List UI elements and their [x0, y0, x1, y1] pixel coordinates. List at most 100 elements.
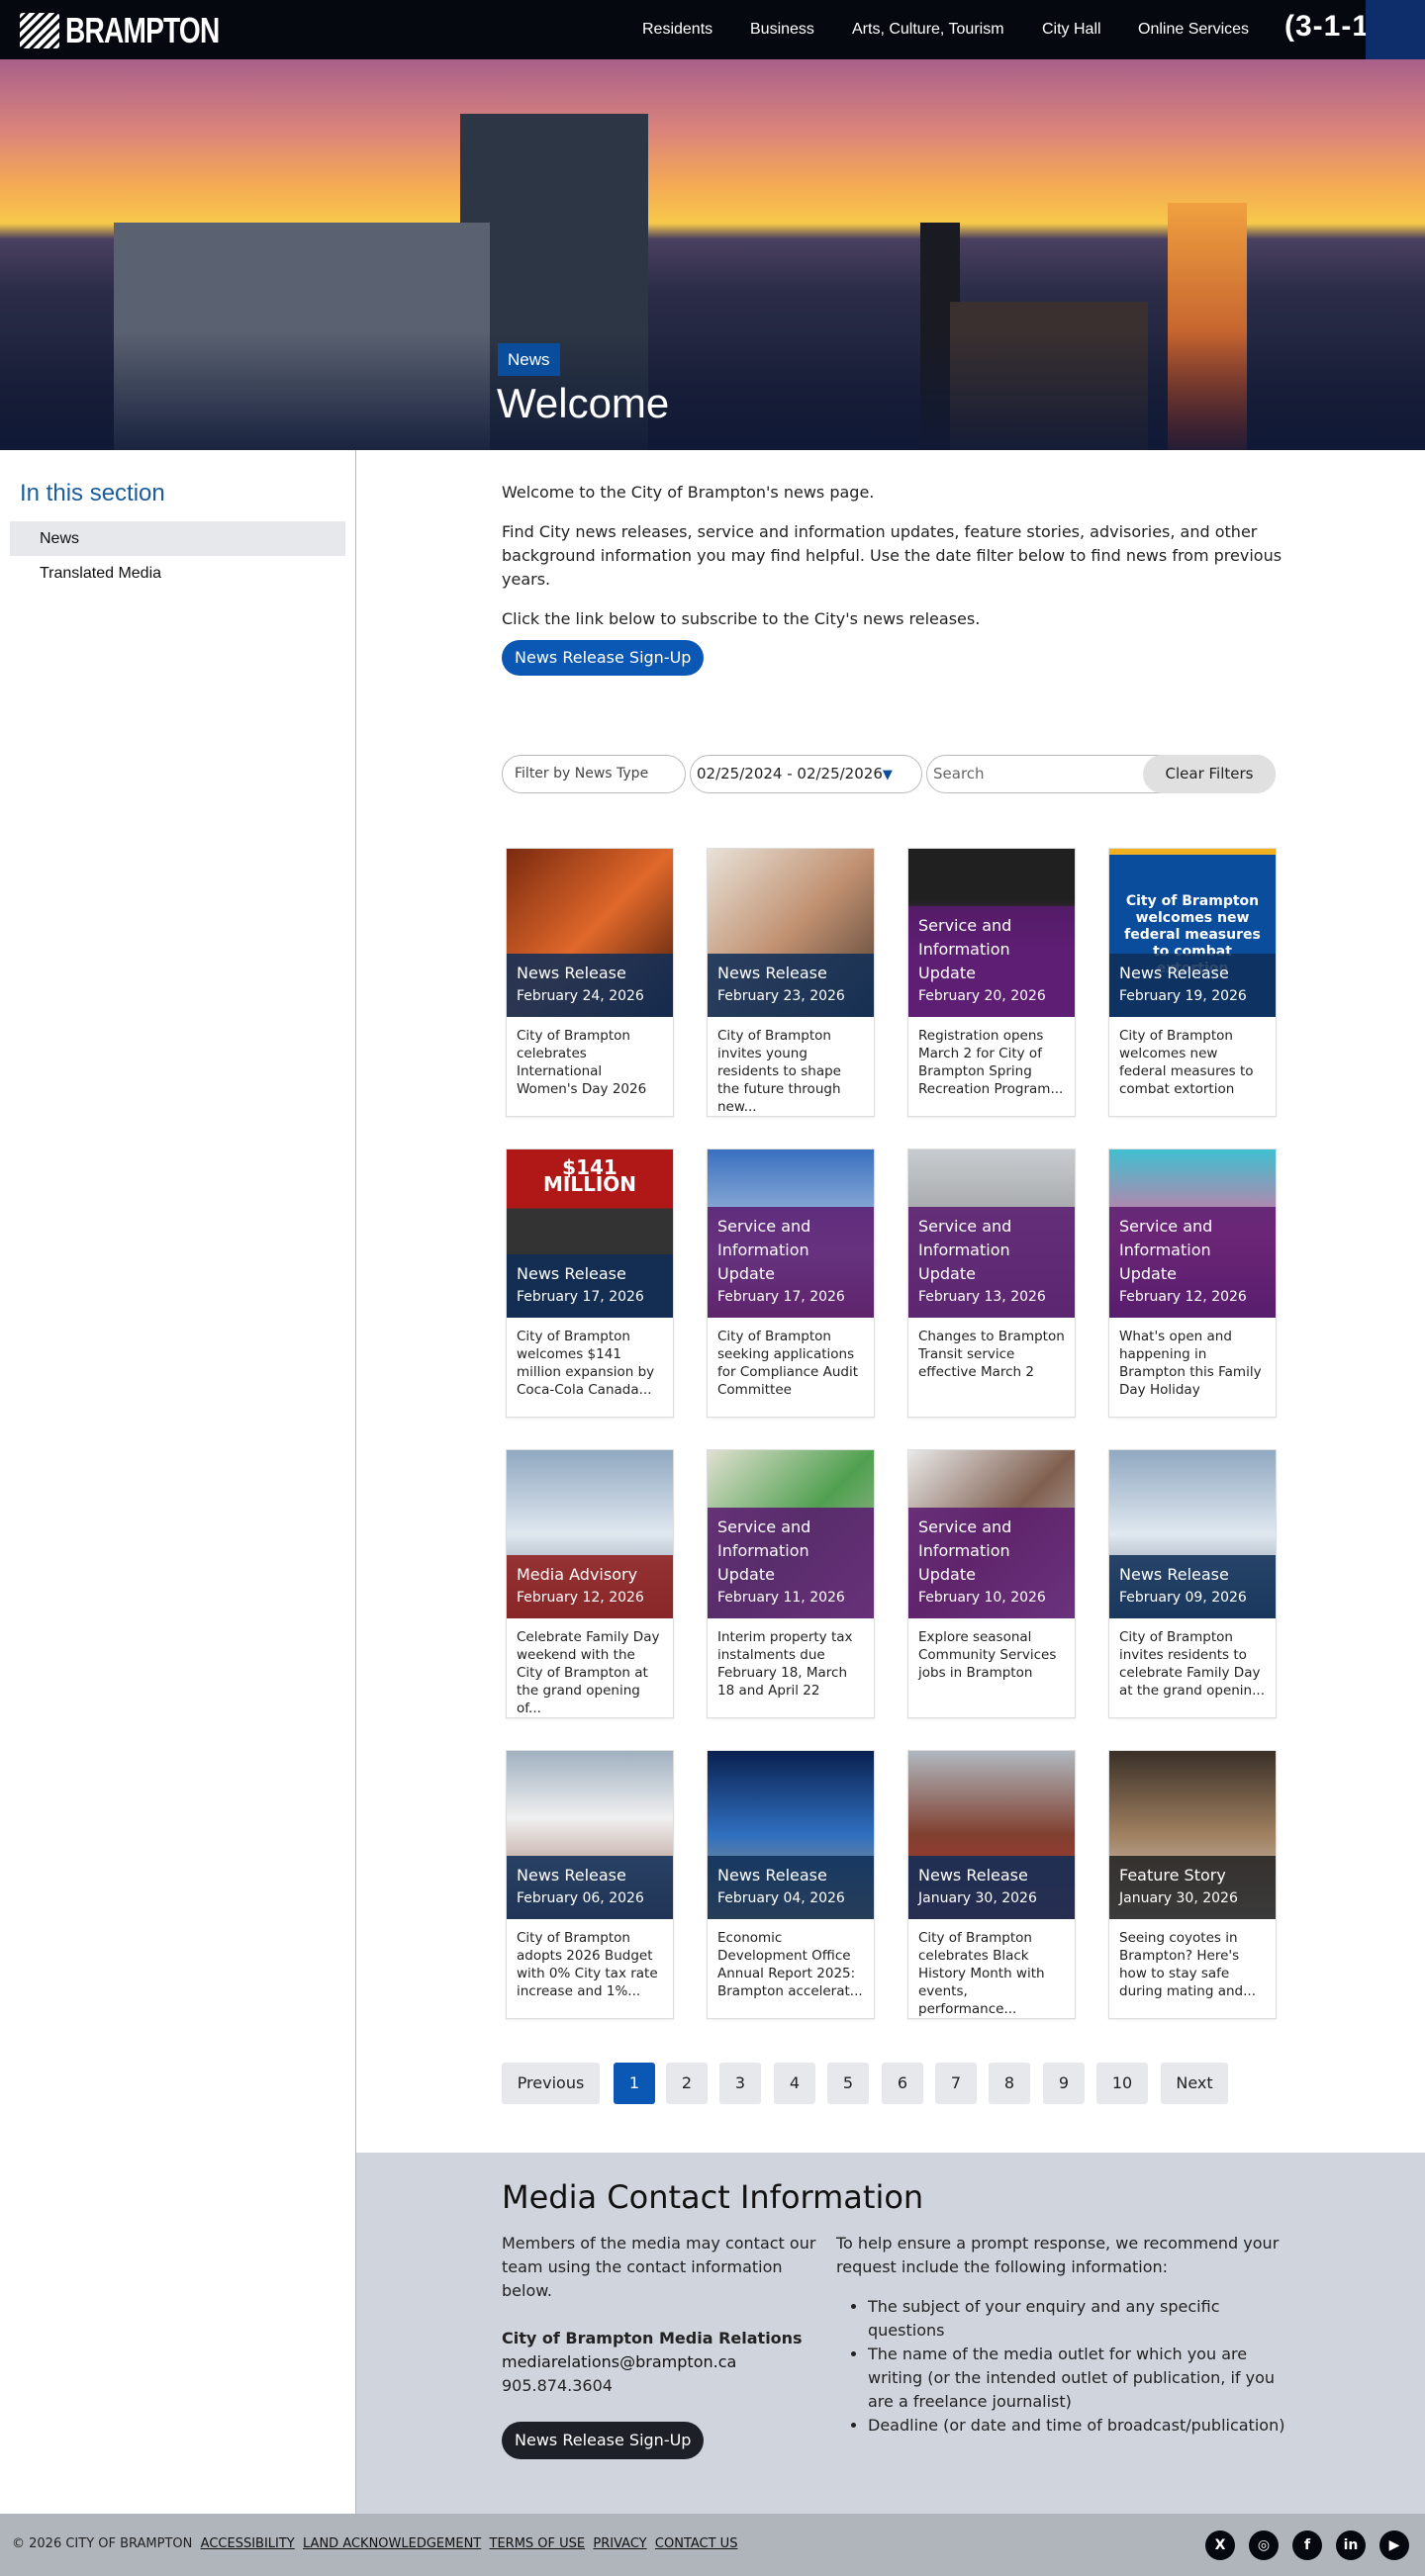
footer-link-accessibility[interactable]: ACCESSIBILITY	[201, 2536, 295, 2551]
news-card-date: February 23, 2026	[717, 988, 845, 1004]
news-release-signup-button[interactable]: News Release Sign-Up	[502, 640, 705, 676]
news-card-image: News Release February 09, 2026	[1109, 1450, 1276, 1618]
nav-residents[interactable]: Residents	[642, 21, 712, 39]
news-card-date: February 09, 2026	[1119, 1590, 1247, 1606]
site-footer: © 2026 CITY OF BRAMPTON ACCESSIBILITY LA…	[0, 2514, 1425, 2576]
news-card[interactable]: Service and Information Update February …	[907, 848, 1076, 1117]
news-card[interactable]: Service and Information Update February …	[907, 1449, 1076, 1718]
news-card[interactable]: News Release February 06, 2026 City of B…	[506, 1750, 674, 2019]
news-card-title[interactable]: City of Brampton adopts 2026 Budget with…	[517, 1929, 665, 2000]
page-title: Welcome	[497, 380, 670, 426]
pagination-page-1[interactable]: 1	[614, 2063, 655, 2104]
news-card[interactable]: $141 MILLION News Release February 17, 2…	[506, 1149, 674, 1418]
sidebar-item-news[interactable]: News	[10, 521, 345, 556]
pagination-page-5[interactable]: 5	[827, 2063, 869, 2104]
news-card-label: News Release February 19, 2026	[1109, 954, 1276, 1017]
date-range-filter[interactable]: 02/25/2024 - 02/25/2026▼	[690, 755, 922, 793]
news-card[interactable]: Feature Story January 30, 2026 Seeing co…	[1108, 1750, 1277, 2019]
news-card-title[interactable]: City of Brampton invites young residents…	[717, 1027, 866, 1116]
instagram-icon[interactable]: ◎	[1249, 2530, 1279, 2560]
x-icon[interactable]: X	[1205, 2530, 1235, 2560]
news-card-title[interactable]: Registration opens March 2 for City of B…	[918, 1027, 1067, 1098]
media-request-text: To help ensure a prompt response, we rec…	[836, 2234, 1280, 2276]
media-phone: 905.874.3604	[502, 2376, 613, 2395]
media-intro: Members of the media may contact our tea…	[502, 2234, 816, 2300]
pagination-page-2[interactable]: 2	[666, 2063, 708, 2104]
news-card-date: February 13, 2026	[918, 1289, 1046, 1305]
pagination-page-7[interactable]: 7	[935, 2063, 977, 2104]
news-card-title[interactable]: What's open and happening in Brampton th…	[1119, 1328, 1268, 1399]
header-accent-strip	[1366, 0, 1425, 59]
pagination-page-8[interactable]: 8	[989, 2063, 1030, 2104]
youtube-icon[interactable]: ▶	[1379, 2530, 1409, 2560]
brampton-logo[interactable]: BRAMPTON	[20, 10, 262, 51]
sidebar-item-translated-media[interactable]: Translated Media	[10, 556, 345, 591]
news-card[interactable]: Service and Information Update February …	[707, 1449, 875, 1718]
pagination-previous-button[interactable]: Previous	[502, 2063, 600, 2104]
news-card-title[interactable]: City of Brampton welcomes new federal me…	[1119, 1027, 1268, 1098]
news-card-title[interactable]: Seeing coyotes in Brampton? Here's how t…	[1119, 1929, 1268, 2000]
news-card[interactable]: News Release February 09, 2026 City of B…	[1108, 1449, 1277, 1718]
news-card[interactable]: Service and Information Update February …	[1108, 1149, 1277, 1418]
news-card-image: Service and Information Update February …	[908, 1150, 1075, 1318]
intro-p1: Welcome to the City of Brampton's news p…	[502, 483, 875, 502]
news-card-image: Service and Information Update February …	[1109, 1150, 1276, 1318]
news-type-filter[interactable]: Filter by News Type	[502, 755, 686, 793]
news-card-type: Media Advisory	[517, 1565, 638, 1584]
news-card[interactable]: Service and Information Update February …	[707, 1149, 875, 1418]
media-email-link[interactable]: mediarelations@brampton.ca	[502, 2352, 736, 2371]
311-logo[interactable]: (3-1-1	[1284, 10, 1370, 44]
news-card[interactable]: News Release January 30, 2026 City of Br…	[907, 1750, 1076, 2019]
nav-city-hall[interactable]: City Hall	[1042, 21, 1101, 39]
news-card-image: News Release February 04, 2026	[708, 1751, 874, 1919]
brampton-flower-logo-icon	[20, 13, 59, 48]
news-card[interactable]: Service and Information Update February …	[907, 1149, 1076, 1418]
facebook-icon[interactable]: f	[1292, 2530, 1322, 2560]
nav-online-services[interactable]: Online Services	[1138, 21, 1249, 39]
news-card[interactable]: News Release February 24, 2026 City of B…	[506, 848, 674, 1117]
linkedin-icon[interactable]: in	[1336, 2530, 1366, 2560]
pagination-page-10[interactable]: 10	[1096, 2063, 1148, 2104]
pagination-next-button[interactable]: Next	[1161, 2063, 1228, 2104]
list-item: Deadline (or date and time of broadcast/…	[868, 2414, 1301, 2438]
news-card-type: News Release	[517, 1264, 626, 1283]
news-card-title[interactable]: City of Brampton invites residents to ce…	[1119, 1628, 1268, 1700]
news-card-image: News Release February 06, 2026	[507, 1751, 673, 1919]
news-card-title[interactable]: City of Brampton seeking applications fo…	[717, 1328, 866, 1399]
news-card-title[interactable]: Changes to Brampton Transit service effe…	[918, 1328, 1067, 1381]
pagination-page-4[interactable]: 4	[774, 2063, 815, 2104]
news-card-title[interactable]: Economic Development Office Annual Repor…	[717, 1929, 866, 2000]
news-card-type: Service and Information Update	[918, 1217, 1012, 1283]
news-card-title[interactable]: Explore seasonal Community Services jobs…	[918, 1628, 1067, 1682]
news-card-date: February 20, 2026	[918, 988, 1046, 1004]
news-card-label: Service and Information Update February …	[908, 906, 1075, 1017]
news-card-title[interactable]: City of Brampton celebrates Black Histor…	[918, 1929, 1067, 2018]
footer-link-contact[interactable]: CONTACT US	[655, 2536, 738, 2551]
pagination-page-6[interactable]: 6	[882, 2063, 923, 2104]
news-card-title[interactable]: Interim property tax instalments due Feb…	[717, 1628, 866, 1700]
news-card-title[interactable]: Celebrate Family Day weekend with the Ci…	[517, 1628, 665, 1717]
news-card-label: News Release February 06, 2026	[507, 1856, 673, 1919]
news-card[interactable]: News Release February 23, 2026 City of B…	[707, 848, 875, 1117]
news-card-type: News Release	[517, 1866, 626, 1885]
intro-p2: Find City news releases, service and inf…	[502, 522, 1282, 589]
media-signup-button[interactable]: News Release Sign-Up	[502, 2422, 705, 2459]
date-range-value: 02/25/2024 - 02/25/2026	[697, 765, 883, 782]
footer-link-land-acknowledgement[interactable]: LAND ACKNOWLEDGEMENT	[303, 2536, 481, 2551]
news-card-date: February 17, 2026	[517, 1289, 644, 1305]
news-card-label: Service and Information Update February …	[908, 1207, 1075, 1318]
news-card-title[interactable]: City of Brampton welcomes $141 million e…	[517, 1328, 665, 1399]
news-card-label: News Release February 17, 2026	[507, 1254, 673, 1318]
pagination-page-9[interactable]: 9	[1043, 2063, 1085, 2104]
news-card[interactable]: City of Brampton welcomes new federal me…	[1108, 848, 1277, 1117]
intro-p3: Click the link below to subscribe to the…	[502, 609, 981, 628]
nav-arts-culture-tourism[interactable]: Arts, Culture, Tourism	[852, 21, 1004, 39]
news-card[interactable]: News Release February 04, 2026 Economic …	[707, 1750, 875, 2019]
pagination-page-3[interactable]: 3	[719, 2063, 761, 2104]
clear-filters-button[interactable]: Clear Filters	[1143, 755, 1276, 793]
news-card-title[interactable]: City of Brampton celebrates Internationa…	[517, 1027, 665, 1098]
footer-link-terms[interactable]: TERMS OF USE	[490, 2536, 586, 2551]
nav-business[interactable]: Business	[750, 21, 814, 39]
news-card[interactable]: Media Advisory February 12, 2026 Celebra…	[506, 1449, 674, 1718]
footer-link-privacy[interactable]: PRIVACY	[593, 2536, 646, 2551]
